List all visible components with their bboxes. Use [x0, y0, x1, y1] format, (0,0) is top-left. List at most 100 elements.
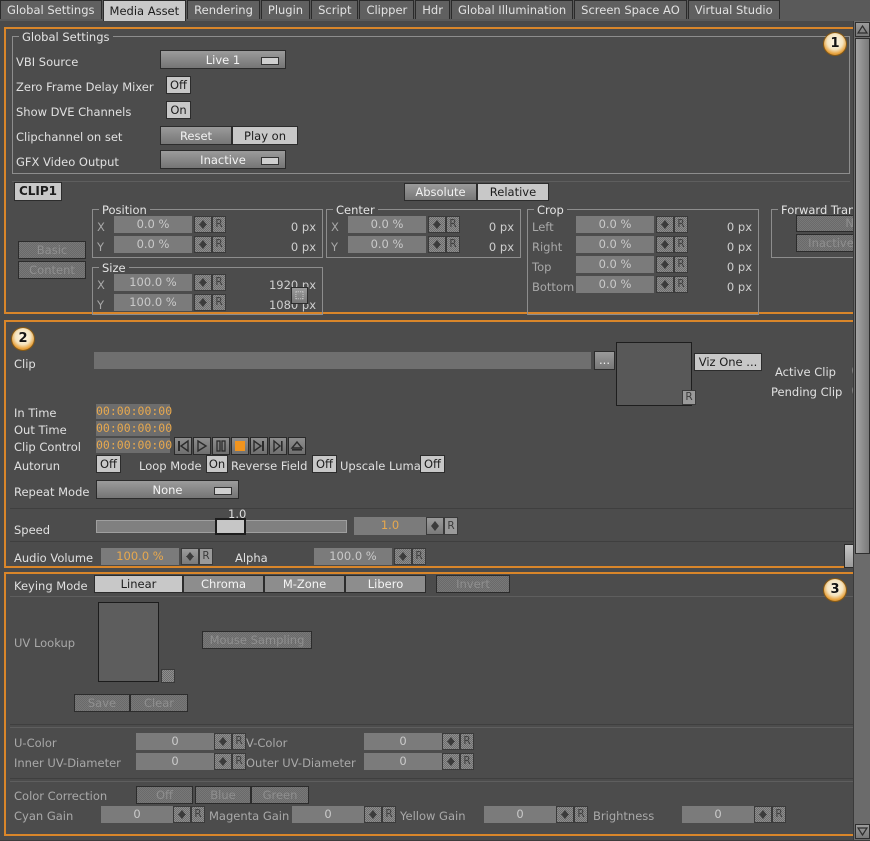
gfx-video-output-combo[interactable]: Inactive: [160, 150, 286, 169]
play-icon[interactable]: [193, 437, 211, 455]
clip1-tab[interactable]: CLIP1: [14, 182, 62, 201]
clip-path-input[interactable]: [94, 352, 591, 369]
position-x-field[interactable]: 0.0 %: [114, 216, 192, 233]
tab-plugin[interactable]: Plugin: [260, 0, 311, 19]
position-x-reset[interactable]: R: [212, 216, 226, 233]
show-dve-channels-toggle[interactable]: On: [166, 101, 191, 119]
tab-rendering[interactable]: Rendering: [187, 0, 260, 19]
tab-media-asset[interactable]: Media Asset: [102, 0, 187, 21]
audio-volume-field[interactable]: 100.0 %: [101, 548, 179, 565]
outer-uv-diameter-reset[interactable]: R: [460, 753, 474, 770]
tab-virtual-studio[interactable]: Virtual Studio: [687, 0, 780, 19]
tab-global-settings[interactable]: Global Settings: [0, 0, 102, 19]
cyan-gain-reset[interactable]: R: [191, 806, 205, 823]
tab-global-illumination[interactable]: Global Illumination: [450, 0, 574, 19]
skip-to-end-icon[interactable]: [250, 437, 268, 455]
clip-browse-button[interactable]: ...: [594, 351, 615, 370]
clipchannel-play-on-button[interactable]: Play on: [232, 126, 298, 145]
step-forward-icon[interactable]: [269, 437, 287, 455]
center-y-field[interactable]: 0.0 %: [348, 236, 426, 253]
magenta-gain-field[interactable]: 0: [292, 806, 364, 823]
skip-to-start-icon[interactable]: [174, 437, 192, 455]
uv-lookup-reset[interactable]: [161, 669, 175, 683]
content-button[interactable]: Content: [18, 261, 86, 279]
pause-icon[interactable]: [212, 437, 230, 455]
reverse-field-toggle[interactable]: Off: [312, 455, 337, 473]
magenta-gain-spinner[interactable]: [364, 806, 382, 823]
crop-top-spinner[interactable]: [656, 256, 674, 273]
scroll-up-arrow-icon[interactable]: [855, 22, 870, 37]
in-time-field[interactable]: 00:00:00:00: [96, 404, 172, 419]
viz-one-button[interactable]: Viz One ...: [694, 353, 762, 371]
tab-clipper[interactable]: Clipper: [359, 0, 415, 19]
crop-right-field[interactable]: 0.0 %: [576, 236, 654, 253]
brightness-reset[interactable]: R: [772, 806, 786, 823]
u-color-spinner[interactable]: [214, 733, 232, 750]
color-correction-blue-button[interactable]: Blue: [195, 786, 251, 804]
yellow-gain-field[interactable]: 0: [484, 806, 556, 823]
vertical-scrollbar[interactable]: [853, 21, 870, 840]
speed-value-field[interactable]: 1.0: [354, 517, 426, 535]
keying-mode-linear-button[interactable]: Linear: [94, 575, 183, 593]
eject-icon[interactable]: [288, 437, 306, 455]
vertical-scroll-thumb[interactable]: [855, 38, 870, 554]
color-correction-off-button[interactable]: Off: [136, 786, 193, 804]
stop-icon[interactable]: [231, 437, 249, 455]
size-x-field[interactable]: 100.0 %: [114, 274, 192, 291]
absolute-button[interactable]: Absolute: [404, 183, 477, 201]
center-x-field[interactable]: 0.0 %: [348, 216, 426, 233]
yellow-gain-reset[interactable]: R: [574, 806, 588, 823]
speed-slider-thumb[interactable]: [215, 518, 246, 535]
v-color-field[interactable]: 0: [364, 733, 442, 750]
zero-frame-delay-mixer-toggle[interactable]: Off: [166, 76, 191, 94]
crop-right-spinner[interactable]: [656, 236, 674, 253]
position-y-reset[interactable]: R: [212, 236, 226, 253]
outer-uv-diameter-field[interactable]: 0: [364, 753, 442, 770]
uv-clear-button[interactable]: Clear: [130, 694, 188, 712]
magenta-gain-reset[interactable]: R: [382, 806, 396, 823]
size-y-field[interactable]: 100.0 %: [114, 294, 192, 311]
scroll-down-arrow-icon[interactable]: [855, 824, 870, 839]
upscale-luma-toggle[interactable]: Off: [420, 455, 445, 473]
v-color-spinner[interactable]: [442, 733, 460, 750]
keying-invert-button[interactable]: Invert: [436, 575, 510, 593]
outer-uv-diameter-spinner[interactable]: [442, 753, 460, 770]
uv-lookup-swatch[interactable]: [98, 602, 159, 682]
audio-volume-reset[interactable]: R: [199, 548, 213, 565]
color-correction-green-button[interactable]: Green: [251, 786, 309, 804]
keying-mode-chroma-button[interactable]: Chroma: [183, 575, 264, 593]
inner-uv-diameter-field[interactable]: 0: [136, 753, 214, 770]
loop-mode-toggle[interactable]: On: [206, 455, 228, 473]
relative-button[interactable]: Relative: [477, 183, 549, 201]
alpha-spinner[interactable]: [394, 548, 412, 565]
cyan-gain-spinner[interactable]: [173, 806, 191, 823]
inner-uv-diameter-reset[interactable]: R: [232, 753, 246, 770]
position-y-spinner[interactable]: [194, 236, 212, 253]
speed-reset[interactable]: R: [444, 517, 458, 535]
vbi-source-combo[interactable]: Live 1: [160, 50, 286, 69]
speed-spinner[interactable]: [426, 517, 444, 535]
out-time-field[interactable]: 00:00:00:00: [96, 421, 172, 436]
clip-preview-reset[interactable]: R: [682, 390, 696, 405]
size-link-button[interactable]: ⬚: [291, 287, 308, 304]
repeat-mode-combo[interactable]: None: [96, 480, 239, 499]
tab-script[interactable]: Script: [311, 0, 359, 19]
u-color-field[interactable]: 0: [136, 733, 214, 750]
crop-left-field[interactable]: 0.0 %: [576, 216, 654, 233]
u-color-reset[interactable]: R: [232, 733, 246, 750]
size-y-reset[interactable]: R: [212, 294, 226, 311]
size-y-spinner[interactable]: [194, 294, 212, 311]
crop-bottom-field[interactable]: 0.0 %: [576, 276, 654, 293]
brightness-spinner[interactable]: [754, 806, 772, 823]
cyan-gain-field[interactable]: 0: [101, 806, 173, 823]
autorun-toggle[interactable]: Off: [96, 455, 121, 473]
clip-control-field[interactable]: 00:00:00:00: [96, 438, 172, 453]
brightness-field[interactable]: 0: [682, 806, 754, 823]
audio-volume-spinner[interactable]: [181, 548, 199, 565]
alpha-field[interactable]: 100.0 %: [314, 548, 392, 565]
tab-screen-space-ao[interactable]: Screen Space AO: [574, 0, 687, 19]
size-x-reset[interactable]: R: [212, 274, 226, 291]
size-x-spinner[interactable]: [194, 274, 212, 291]
basic-button[interactable]: Basic: [18, 241, 86, 259]
crop-left-spinner[interactable]: [656, 216, 674, 233]
